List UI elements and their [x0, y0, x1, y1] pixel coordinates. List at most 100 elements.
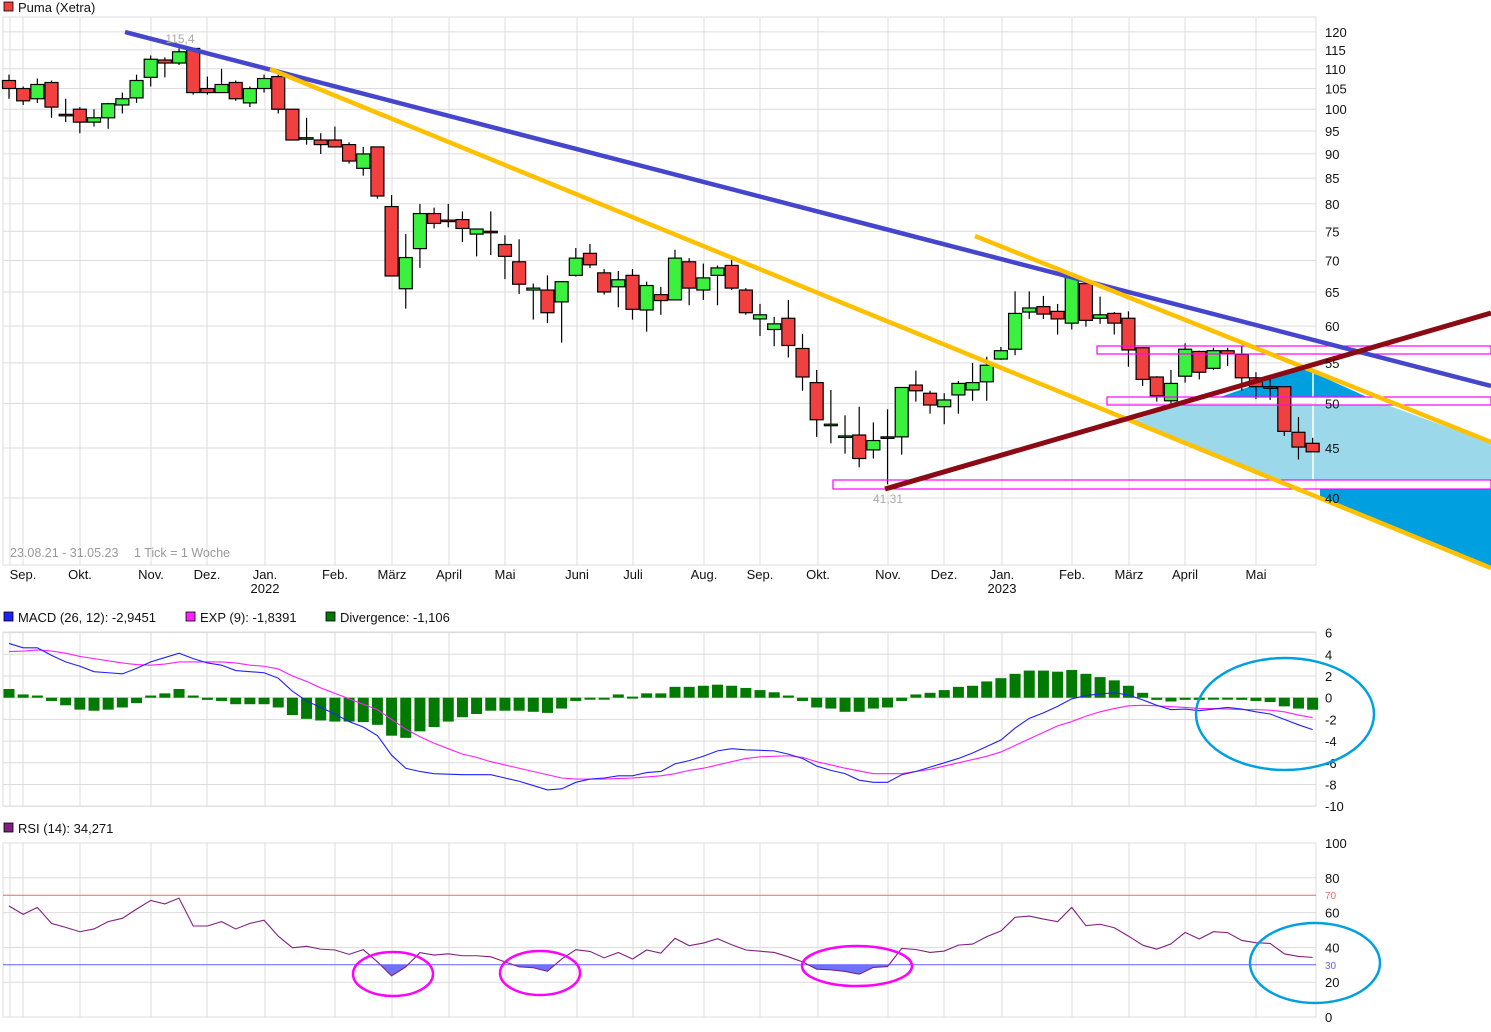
divergence-bar — [655, 693, 667, 698]
candle-body-up — [639, 284, 654, 311]
divergence-bar — [471, 697, 483, 714]
month-label: Nov. — [138, 567, 164, 582]
candle-body-down — [1036, 306, 1051, 315]
price-tick-label: 55 — [1325, 356, 1339, 371]
divergence-bar — [187, 695, 199, 698]
candle — [1064, 276, 1079, 330]
candle-body-down — [327, 139, 343, 148]
divergence-bar — [995, 678, 1007, 698]
divergence-bar — [712, 684, 723, 698]
rsi-tick-label: 80 — [1325, 871, 1339, 886]
divergence-bar — [825, 697, 837, 709]
candle-body-down — [16, 87, 31, 102]
candle-body-down — [1305, 442, 1320, 453]
divergence-bar — [867, 697, 879, 709]
divergence-bar — [967, 685, 979, 698]
legend-macd: MACD (26, 12): -2,9451 — [18, 610, 156, 625]
candle-body-up — [894, 386, 909, 438]
price-tick-label: 50 — [1325, 396, 1339, 411]
candle-body-down — [1291, 431, 1306, 448]
candle-body-down — [370, 146, 385, 197]
divergence-bar — [1292, 697, 1304, 709]
month-label: Juli — [623, 567, 643, 582]
divergence-bar — [485, 697, 497, 711]
divergence-bar — [896, 697, 908, 701]
divergence-bar — [216, 697, 228, 701]
month-label: Dez. — [194, 567, 221, 582]
month-label: März — [378, 567, 407, 582]
month-label: Juni — [565, 567, 589, 582]
candle-body-down — [653, 294, 668, 302]
candle-body-down — [682, 261, 697, 289]
candle-body-up — [242, 87, 257, 104]
candle-body-down — [455, 218, 470, 230]
rsi-tick-label: 0 — [1325, 1010, 1332, 1025]
legend-swatch-price — [3, 1, 14, 12]
divergence-bar — [1250, 697, 1262, 701]
candle-body-up — [667, 257, 683, 301]
candle — [597, 269, 612, 295]
macd-panel: 6420-2-4-6-8-10 — [2, 626, 1376, 814]
rsi-tick-label: 60 — [1325, 906, 1339, 921]
divergence-bar — [1264, 697, 1276, 703]
candle — [1178, 343, 1193, 383]
macd-tick-label: 2 — [1325, 669, 1332, 684]
candle-body-up — [1163, 382, 1179, 402]
divergence-bar — [1165, 697, 1177, 702]
month-label: Feb. — [1059, 567, 1085, 582]
candle-body-down — [384, 205, 399, 277]
candle-body-down — [271, 75, 286, 110]
divergence-bar — [839, 697, 851, 712]
candle-body-down — [1078, 282, 1094, 321]
legend-swatch-exp — [185, 611, 196, 622]
divergence-bar — [428, 697, 440, 727]
rsi-tick-label: 40 — [1325, 940, 1339, 955]
divergence-bar — [88, 697, 100, 711]
divergence-bar — [527, 697, 539, 712]
candle-body-down — [625, 274, 640, 310]
candle-body-up — [214, 83, 229, 94]
candle-body-up — [115, 98, 130, 106]
candle-body-up — [752, 314, 768, 320]
divergence-bar — [145, 695, 157, 698]
candle-body-down — [1050, 310, 1065, 320]
candle — [1277, 386, 1292, 436]
candle-body-up — [965, 382, 980, 391]
macd-tick-label: -2 — [1325, 712, 1337, 727]
divergence-bar — [414, 697, 426, 732]
candle-body-down — [540, 289, 555, 314]
divergence-bar — [1037, 670, 1049, 698]
divergence-bar — [683, 686, 695, 698]
divergence-bar — [74, 697, 86, 710]
candle-body-down — [1107, 312, 1122, 324]
divergence-bar — [938, 690, 950, 698]
divergence-bar — [1066, 670, 1078, 698]
divergence-bar — [1108, 680, 1120, 698]
divergence-bar — [1009, 673, 1021, 698]
divergence-bar — [46, 697, 58, 701]
candle-body-up — [1064, 276, 1079, 324]
divergence-bar — [102, 697, 114, 710]
candle-body-up — [299, 137, 314, 140]
divergence-bar — [244, 697, 256, 705]
legend-rsi: RSI (14): 34,271 — [18, 821, 113, 836]
candle-body-down — [497, 243, 513, 257]
candle — [384, 194, 399, 277]
divergence-bar — [1207, 697, 1219, 700]
candle-body-down — [44, 81, 59, 108]
candle-body-down — [58, 113, 73, 117]
legend-swatch-rsi — [3, 822, 14, 833]
candle-body-up — [256, 77, 272, 90]
month-label: März — [1115, 567, 1144, 582]
divergence-bar — [811, 697, 823, 708]
candle-body-up — [866, 439, 881, 451]
divergence-bar — [952, 686, 964, 698]
rsi-level-label: 30 — [1325, 961, 1337, 972]
candle-body-down — [1263, 386, 1278, 389]
divergence-bar — [1179, 697, 1191, 700]
candle-body-down — [427, 212, 442, 225]
price-tick-label: 85 — [1325, 171, 1339, 186]
price-tick-label: 110 — [1325, 62, 1346, 77]
macd-tick-label: -8 — [1325, 778, 1337, 793]
divergence-bar — [357, 697, 369, 723]
